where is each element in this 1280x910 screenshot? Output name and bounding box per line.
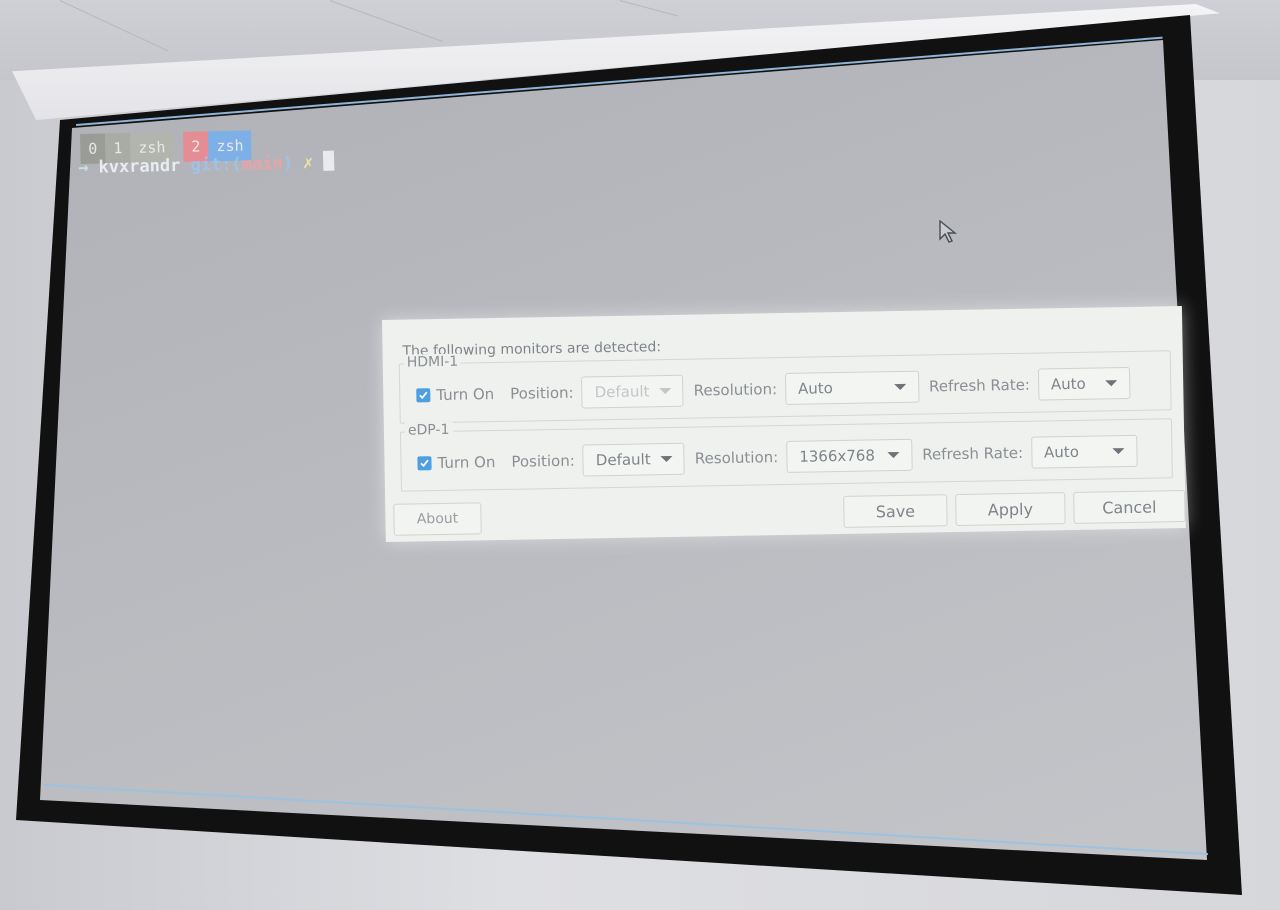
apply-button[interactable]: Apply [955,492,1066,527]
check-icon [416,388,431,403]
dropdown-caret-icon [1104,380,1117,387]
turn-on-label: Turn On [436,385,495,405]
resolution-label: Resolution: [694,448,779,468]
prompt-git-prefix: git:( [190,154,243,176]
dropdown-caret-icon [887,451,900,459]
save-button[interactable]: Save [843,494,948,528]
prompt-arrow: → [78,157,89,178]
turn-on-checkbox[interactable]: Turn On [417,453,496,473]
position-dropdown[interactable]: Default [581,374,684,409]
check-icon [417,456,432,471]
resolution-dropdown[interactable]: 1366x768 [785,438,913,473]
refresh-rate-value: Auto [1050,374,1086,394]
cancel-button[interactable]: Cancel [1073,490,1186,524]
refresh-rate-label: Refresh Rate: [922,443,1024,464]
about-button[interactable]: About [393,502,482,536]
turn-on-label: Turn On [437,453,496,473]
monitor-row: Turn On Position: Default Resolution: 13… [401,433,1171,480]
prompt-directory: kvxrandr [98,155,181,178]
prompt-dirty-marker: ✗ [302,153,314,174]
resolution-value: 1366x768 [799,446,876,466]
prompt-git-suffix: ) [282,153,294,174]
prompt-git-branch: main [241,153,283,175]
monitor-name: HDMI-1 [403,353,462,371]
monitor-row: Turn On Position: Default Resolution: Au… [400,365,1170,412]
refresh-rate-value: Auto [1043,442,1080,462]
resolution-value: Auto [797,379,834,398]
dropdown-caret-icon [659,387,672,395]
dropdown-caret-icon [893,383,907,391]
dropdown-caret-icon [660,455,673,463]
position-value: Default [594,382,650,402]
text-cursor [322,150,335,171]
position-label: Position: [510,383,574,403]
refresh-rate-dropdown[interactable]: Auto [1030,434,1138,469]
position-dropdown[interactable]: Default [582,442,686,477]
monitor-group-hdmi-1: HDMI-1 Turn On Position: Default Resolut… [398,350,1172,424]
monitor-group-edp-1: eDP-1 Turn On Position: Default Resoluti… [399,418,1173,492]
turn-on-checkbox[interactable]: Turn On [416,385,494,404]
mouse-pointer-icon [939,220,957,243]
position-value: Default [595,450,651,470]
dropdown-caret-icon [1112,448,1125,455]
refresh-rate-dropdown[interactable]: Auto [1037,366,1131,401]
position-label: Position: [511,451,576,471]
monitor-settings-dialog: The following monitors are detected: HDM… [382,306,1186,542]
resolution-label: Resolution: [693,380,778,400]
resolution-dropdown[interactable]: Auto [784,370,920,405]
refresh-rate-label: Refresh Rate: [928,375,1031,396]
monitor-name: eDP-1 [404,421,453,439]
